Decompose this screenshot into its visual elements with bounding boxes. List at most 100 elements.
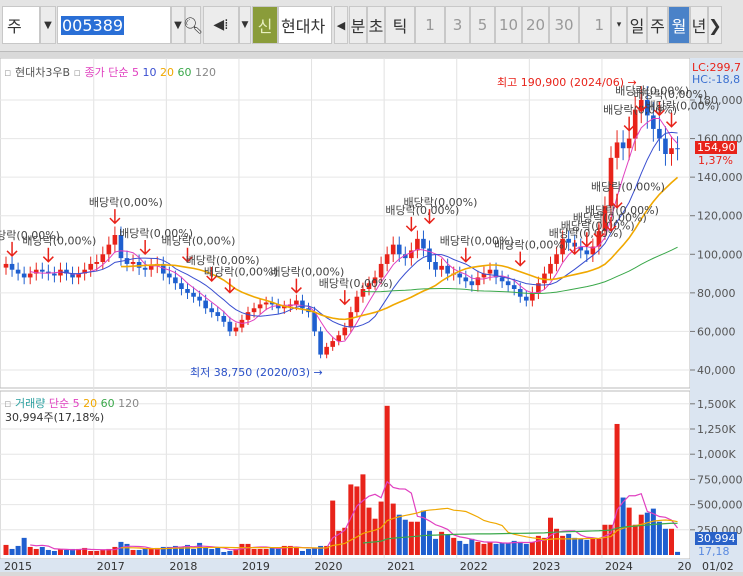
volume-bar	[197, 542, 203, 555]
prev-button[interactable]: ◀	[334, 6, 348, 44]
new-button[interactable]: 신	[252, 6, 278, 44]
count-dropdown[interactable]: ▾	[611, 6, 627, 44]
timeframe-day[interactable]: 일	[627, 6, 647, 44]
candle	[445, 265, 450, 274]
timeframe-month[interactable]: 월	[668, 6, 690, 44]
dividend-label: 배당락(0,00%)	[591, 181, 665, 194]
candle	[626, 138, 632, 149]
sound-dropdown[interactable]: ▼	[239, 6, 251, 44]
candle	[94, 262, 100, 264]
volume-bar	[662, 528, 668, 555]
volume-bar	[15, 545, 21, 555]
x-tick-label: 2015	[4, 560, 32, 572]
chevron-down-icon: ▾	[616, 20, 622, 30]
chart-area[interactable]: 2015 2017 2018 2019 2020 2021 2022 2023 2024 20 01…	[0, 57, 743, 573]
interval-3[interactable]: 3	[445, 6, 470, 44]
ma120-legend: 120	[194, 66, 216, 79]
label: 5	[477, 16, 488, 34]
volume-bar	[21, 537, 27, 555]
period-minute[interactable]: 분	[349, 6, 367, 44]
candle	[342, 327, 348, 336]
interval-10[interactable]: 10	[495, 6, 522, 44]
candle	[221, 316, 227, 322]
candle	[27, 273, 33, 278]
volume-bar	[566, 533, 572, 555]
volume-bar	[148, 548, 154, 555]
candle	[384, 254, 390, 264]
candle	[487, 269, 493, 274]
dividend-label: 배당락(0,00%)	[585, 204, 659, 217]
volume-bar	[209, 548, 215, 555]
volume-bar	[578, 538, 584, 555]
volume-bar	[433, 538, 439, 555]
sound-button[interactable]: ◀⁞	[203, 6, 239, 44]
hc-readout: HC:-18,8	[692, 73, 741, 86]
candle	[251, 308, 257, 313]
candle	[330, 341, 335, 347]
candle	[348, 312, 354, 328]
label: 분	[350, 17, 366, 36]
volume-tick-label: 1,500K	[697, 398, 736, 411]
search-icon: 🔍︎	[182, 15, 204, 35]
candle	[614, 142, 620, 158]
interval-30[interactable]: 30	[549, 6, 579, 44]
candle	[173, 277, 178, 284]
market-dropdown[interactable]: ▼	[40, 6, 56, 44]
price-tick-label: 120,000	[697, 210, 743, 223]
volume-bar	[39, 546, 45, 555]
candle	[142, 267, 148, 270]
volume-bar	[64, 549, 69, 555]
volume-bar	[475, 541, 481, 555]
toolbar: 주 ▼ 005389 ▼ 🔍︎ ◀⁞ ▼ 신 현대차 ◀ 분 초 틱 1 3 5…	[0, 0, 743, 52]
low-label: 최저 38,750 (2020/03)	[190, 366, 311, 379]
volume-bar	[384, 405, 390, 555]
dividend-label: 배당락(0,00%)	[204, 266, 278, 279]
stock-name: 현대차	[281, 17, 326, 36]
chevron-down-icon: ▼	[44, 19, 52, 31]
arrow-right-icon: →	[313, 366, 323, 379]
candle	[548, 263, 553, 274]
label: 3	[452, 16, 463, 34]
candle	[457, 273, 463, 278]
volume-bar	[451, 537, 457, 555]
volume-bar	[656, 521, 662, 555]
market-select[interactable]: 주	[2, 6, 40, 44]
x-tick-label: 2021	[387, 560, 415, 572]
candle	[263, 302, 269, 305]
interval-1[interactable]: 1	[415, 6, 445, 44]
volume-bar	[354, 486, 360, 555]
candle	[675, 148, 680, 150]
timeframe-week[interactable]: 주	[647, 6, 668, 44]
volume-bar	[136, 549, 142, 555]
dividend-label: 배당락(0,00%)	[22, 235, 96, 248]
search-button[interactable]: 🔍︎	[182, 6, 204, 44]
period-second[interactable]: 초	[367, 6, 385, 44]
candle	[52, 273, 57, 276]
timeframe-year[interactable]: 년	[690, 6, 708, 44]
x-tick-label: 2024	[605, 560, 633, 572]
period-tick[interactable]: 틱	[385, 6, 415, 44]
candle	[663, 138, 668, 154]
code-input[interactable]: 005389	[57, 6, 171, 44]
volume-bar	[221, 551, 227, 555]
candle	[203, 300, 208, 309]
stock-name-field[interactable]: 현대차	[278, 6, 332, 44]
candle	[312, 312, 317, 332]
count-input[interactable]: 1	[579, 6, 611, 44]
volume-bar	[620, 497, 626, 555]
high-label: 최고 190,900 (2024/06)	[497, 76, 625, 89]
volume-bar	[100, 549, 106, 555]
volume-bar	[94, 550, 100, 555]
ma-label: 종가 단순	[84, 66, 129, 79]
ma60-legend: 60	[177, 66, 192, 79]
volume-bar	[390, 503, 396, 555]
interval-20[interactable]: 20	[522, 6, 549, 44]
label: 일	[629, 17, 645, 36]
volume-bar	[669, 528, 674, 555]
candle	[390, 244, 396, 255]
next-button[interactable]: ❯	[708, 6, 722, 44]
volume-bar	[584, 539, 590, 555]
interval-5[interactable]: 5	[470, 6, 495, 44]
candle	[524, 296, 529, 301]
chevron-right-icon: ❯	[708, 15, 722, 35]
